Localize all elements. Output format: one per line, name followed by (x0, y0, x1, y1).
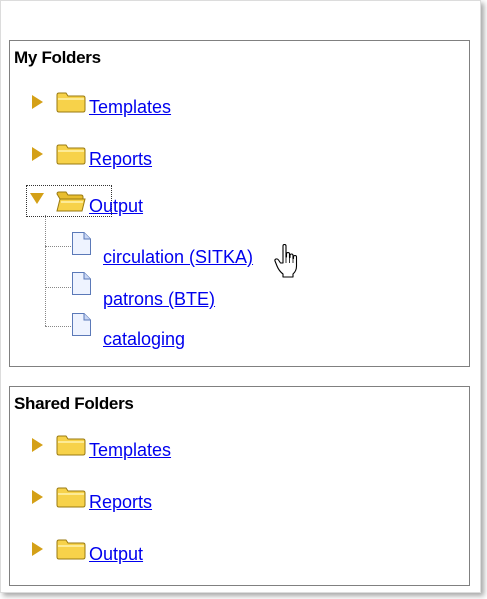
report-link-patrons[interactable]: patrons (BTE) (103, 289, 215, 310)
folder-icon (56, 143, 86, 165)
report-link-circulation[interactable]: circulation (SITKA) (103, 247, 253, 268)
shared-folder-row-reports[interactable]: Reports (10, 484, 469, 514)
reports-folder-window: My Folders Templates Reports Output circ… (0, 0, 481, 593)
my-folders-panel: My Folders Templates Reports Output circ… (9, 40, 470, 367)
triangle-right-icon[interactable] (32, 490, 43, 504)
shared-folder-row-output[interactable]: Output (10, 536, 469, 566)
triangle-right-icon[interactable] (32, 147, 43, 161)
triangle-right-icon[interactable] (32, 95, 43, 109)
folder-open-icon (56, 190, 86, 212)
triangle-right-icon[interactable] (32, 542, 43, 556)
tree-connector (45, 246, 71, 247)
tree-connector (45, 287, 71, 288)
shared-folder-reports-link[interactable]: Reports (89, 492, 152, 513)
my-folder-output-link[interactable]: Output (89, 196, 143, 217)
document-icon (71, 231, 92, 256)
shared-folders-panel: Shared Folders Templates Reports Output (9, 386, 470, 586)
folder-icon (56, 91, 86, 113)
my-folders-title: My Folders (14, 48, 101, 67)
shared-folder-row-templates[interactable]: Templates (10, 432, 469, 462)
shared-folder-output-link[interactable]: Output (89, 544, 143, 565)
folder-icon (56, 538, 86, 560)
tree-connector (45, 215, 46, 326)
shared-folders-title: Shared Folders (14, 394, 134, 413)
my-folder-templates-link[interactable]: Templates (89, 97, 171, 118)
folder-icon (56, 434, 86, 456)
triangle-right-icon[interactable] (32, 438, 43, 452)
document-icon (71, 312, 92, 337)
my-folder-row-reports[interactable]: Reports (10, 141, 469, 171)
my-folder-row-templates[interactable]: Templates (10, 89, 469, 119)
triangle-down-icon[interactable] (30, 193, 44, 204)
folder-icon (56, 486, 86, 508)
tree-connector (45, 326, 71, 327)
my-folder-reports-link[interactable]: Reports (89, 149, 152, 170)
my-folder-row-output[interactable]: Output (10, 185, 469, 217)
shared-folder-templates-link[interactable]: Templates (89, 440, 171, 461)
document-icon (71, 271, 92, 296)
report-link-cataloging[interactable]: cataloging (103, 329, 185, 350)
hand-pointer-cursor (274, 244, 298, 278)
